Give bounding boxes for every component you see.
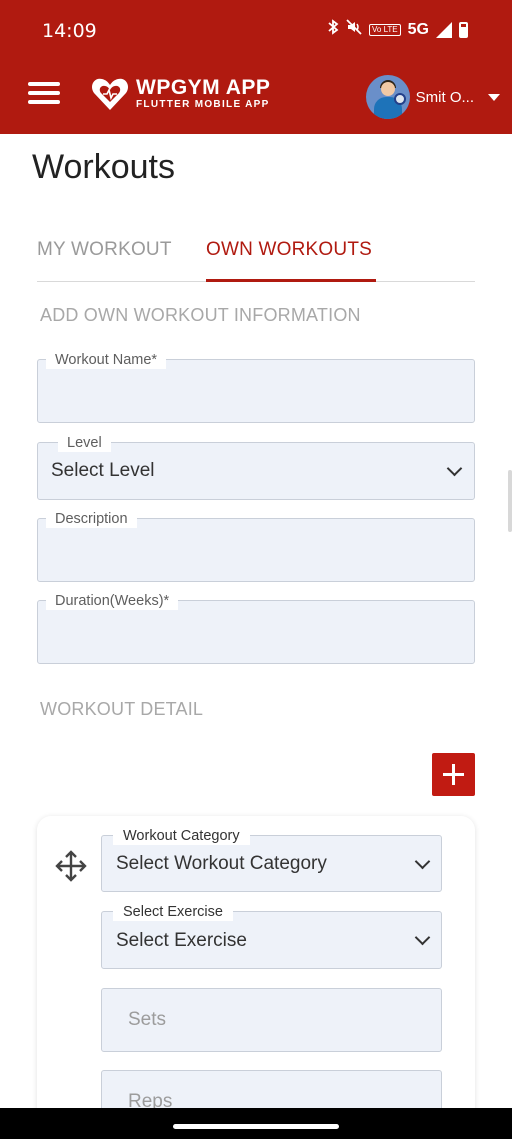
sets-input[interactable]: Sets [101, 988, 442, 1052]
status-time: 14:09 [42, 20, 97, 42]
exercise-select[interactable]: Select Exercise Select Exercise [101, 903, 442, 969]
user-name: Smit O... [415, 88, 474, 106]
bluetooth-icon [327, 19, 339, 40]
signal-icon [436, 21, 452, 38]
workout-name-label: Workout Name* [46, 351, 167, 369]
status-bar: 14:09 Vo LTE 5G [0, 16, 512, 44]
hamburger-menu-icon[interactable] [28, 82, 60, 108]
mute-icon [346, 19, 362, 40]
app-header: 14:09 Vo LTE 5G WPGYM APP FLUTTER MOBILE… [0, 0, 512, 134]
tab-own-workouts[interactable]: OWN WORKOUTS [206, 239, 372, 261]
duration-label: Duration(Weeks)* [46, 592, 179, 610]
scrollbar[interactable] [508, 470, 512, 532]
exercise-label: Select Exercise [113, 903, 233, 921]
network-type: 5G [407, 20, 429, 38]
detail-section-title: WORKOUT DETAIL [40, 699, 204, 719]
page-title: Workouts [32, 148, 175, 186]
brand-name: WPGYM APP [136, 76, 271, 99]
chevron-down-icon [414, 929, 431, 946]
chevron-down-icon [414, 853, 431, 870]
tab-my-workout[interactable]: MY WORKOUT [37, 239, 172, 261]
level-label: Level [58, 434, 111, 452]
avatar[interactable] [365, 75, 410, 119]
sets-placeholder: Sets [128, 1009, 167, 1030]
workout-category-value: Select Workout Category [116, 853, 327, 874]
exercise-value: Select Exercise [116, 930, 247, 951]
chevron-down-icon [446, 460, 463, 477]
battery-icon [459, 21, 468, 38]
active-tab-indicator [206, 279, 376, 282]
home-gesture-handle[interactable] [173, 1124, 339, 1129]
add-workout-detail-button[interactable] [432, 753, 475, 796]
app-logo: WPGYM APP FLUTTER MOBILE APP [90, 74, 270, 114]
workout-name-field[interactable]: Workout Name* [37, 351, 475, 423]
user-menu[interactable]: Smit O... [365, 75, 502, 119]
workout-detail-card: Workout Category Select Workout Category… [37, 816, 475, 1139]
brand-subtitle: FLUTTER MOBILE APP [136, 99, 270, 110]
workout-category-label: Workout Category [113, 827, 250, 845]
status-icons: Vo LTE 5G [327, 19, 468, 40]
volte-icon: Vo LTE [369, 23, 401, 36]
drag-move-icon[interactable] [55, 850, 87, 882]
caret-down-icon[interactable] [488, 93, 500, 101]
workout-category-select[interactable]: Workout Category Select Workout Category [101, 827, 442, 892]
description-label: Description [46, 510, 137, 528]
info-section-title: ADD OWN WORKOUT INFORMATION [40, 305, 361, 325]
duration-weeks-field[interactable]: Duration(Weeks)* [37, 592, 475, 664]
description-field[interactable]: Description [37, 510, 475, 582]
level-select[interactable]: Level Select Level [37, 434, 475, 500]
workout-tabs: MY WORKOUT OWN WORKOUTS [37, 226, 475, 282]
level-value: Select Level [51, 460, 155, 481]
heart-logo-icon [91, 78, 129, 110]
system-nav-bar [0, 1108, 512, 1139]
